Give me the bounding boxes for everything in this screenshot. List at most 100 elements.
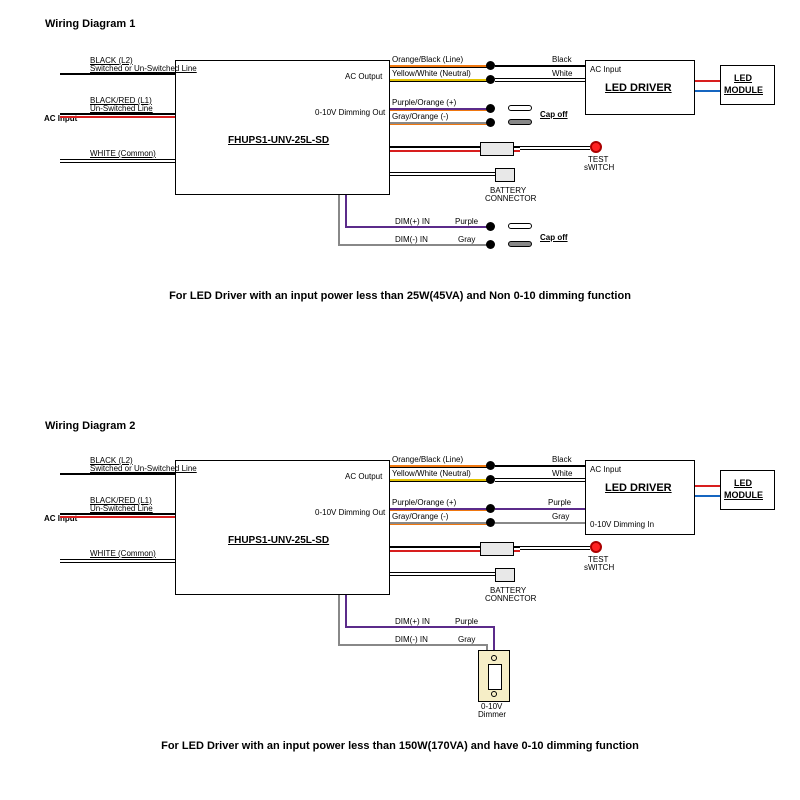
dot-neut-d2: [486, 475, 495, 484]
cap-dimplus-in-d1: [508, 223, 532, 229]
ac-output-d1: AC Output: [345, 72, 382, 81]
l2b-label-d1: Switched or Un-Switched Line: [90, 64, 197, 73]
wire-mod-blue-d2: [695, 495, 720, 497]
gminus-label-d2: Gray/Orange (-): [392, 512, 448, 521]
dot-gminus-d1: [486, 118, 495, 127]
gray-label-d2: Gray: [552, 512, 569, 521]
test-switch-icon-d2: [590, 541, 602, 553]
dimplus-in-d2: DIM(+) IN: [395, 617, 430, 626]
l1b-label-d2: Un-Switched Line: [90, 504, 153, 513]
cap-pplus-d1: [508, 105, 532, 111]
batt-label-d2b: CONNECTOR: [485, 594, 536, 603]
wire-gminus-o-d2: [390, 524, 490, 525]
dot-dimplus-in-d1: [486, 222, 495, 231]
dimplus-purple-d2: Purple: [455, 617, 478, 626]
capoff2-d1: Cap off: [540, 233, 568, 242]
test-lead-d2: [520, 546, 590, 550]
wire-white-d2: [495, 478, 585, 482]
module-title-d1: LED: [734, 73, 752, 83]
black-label-d1: Black: [552, 55, 572, 64]
test-conn-d1: [480, 142, 514, 156]
wire-gminus-o-d1: [390, 124, 490, 125]
module-title-d2b: MODULE: [724, 490, 763, 500]
driver-acin-d2: AC Input: [590, 465, 621, 474]
neut-label-d2: Yellow/White (Neutral): [392, 469, 471, 478]
dot-line-d1: [486, 61, 495, 70]
dimminus-gray-d2: Gray: [458, 635, 475, 644]
wire-line-b-d2: [390, 467, 490, 468]
wire-l2-d2: [60, 473, 175, 475]
white-label-d1: White: [552, 69, 572, 78]
batt-conn-d1: [495, 168, 515, 182]
wire-l2-d1: [60, 73, 175, 75]
dot-pplus-d2: [486, 504, 495, 513]
test-switch-icon-d1: [590, 141, 602, 153]
wire-mod-blue-d1: [695, 90, 720, 92]
capoff-label-d1: Cap off: [540, 110, 568, 119]
purple-label-d2: Purple: [548, 498, 571, 507]
wire-mod-red-d1: [695, 80, 720, 82]
driver-acin-d1: AC Input: [590, 65, 621, 74]
dim-out-d2: 0-10V Dimming Out: [315, 508, 385, 517]
wire-l1-blk-d1: [60, 113, 175, 115]
wire-neutral-d1: [60, 159, 175, 163]
wire-mod-red-d2: [695, 485, 720, 487]
wire-dimplus-h-d1: [345, 226, 490, 228]
module-title-d2a: LED: [734, 478, 752, 488]
line-label-d1: Orange/Black (Line): [392, 55, 463, 64]
wire-dimplus-h-d2: [345, 626, 495, 628]
neutral-label-d2: WHITE (Common): [90, 549, 156, 558]
wire-pplus-o-d2: [390, 510, 490, 511]
neut-label-d1: Yellow/White (Neutral): [392, 69, 471, 78]
batt-label-d1b: CONNECTOR: [485, 194, 536, 203]
vwire-dimminus-d1: [338, 195, 340, 245]
black-label-d2: Black: [552, 455, 572, 464]
wire-black-d2: [495, 465, 585, 467]
diagram-1-title: Wiring Diagram 1: [45, 18, 135, 30]
dim-out-d1: 0-10V Dimming Out: [315, 108, 385, 117]
dimplus-purple-d1: Purple: [455, 217, 478, 226]
wire-l1-blk-d2: [60, 513, 175, 515]
driver-dimin-d2: 0-10V Dimming In: [590, 520, 654, 529]
test-conn-d2: [480, 542, 514, 556]
wire-pplus-o-d1: [390, 110, 490, 111]
dimmer-label-b: Dimmer: [478, 710, 506, 719]
gminus-label-d1: Gray/Orange (-): [392, 112, 448, 121]
diagram-2-title: Wiring Diagram 2: [45, 420, 135, 432]
wire-purple-d2: [495, 508, 585, 510]
vwire-dimplus-d1: [345, 195, 347, 227]
vwire-dimplus-down-d2: [493, 626, 495, 650]
wire-dimminus-h-d2: [338, 644, 488, 646]
dimminus-in-d1: DIM(-) IN: [395, 235, 428, 244]
wire-dimminus-h-d1: [338, 244, 490, 246]
wire-gray-d2: [495, 522, 585, 524]
cap-dimminus-in-d1: [508, 241, 532, 247]
driver-title-d1: LED DRIVER: [605, 82, 672, 94]
main-label-d2: FHUPS1-UNV-25L-SD: [228, 535, 329, 546]
neutral-label-d1: WHITE (Common): [90, 149, 156, 158]
pplus-label-d1: Purple/Orange (+): [392, 98, 456, 107]
wire-neut-w-d2: [390, 481, 490, 482]
dimminus-gray-d1: Gray: [458, 235, 475, 244]
pplus-label-d2: Purple/Orange (+): [392, 498, 456, 507]
vwire-dimplus-d2: [345, 595, 347, 627]
test-label-d2b: sWITCH: [584, 563, 614, 572]
ac-output-d2: AC Output: [345, 472, 382, 481]
dimmer-icon: [478, 650, 510, 702]
dot-line-d2: [486, 461, 495, 470]
wire-line-b-d1: [390, 67, 490, 68]
dimminus-in-d2: DIM(-) IN: [395, 635, 428, 644]
dot-neut-d1: [486, 75, 495, 84]
caption-d1: For LED Driver with an input power less …: [100, 290, 700, 302]
test-label-d1b: sWITCH: [584, 163, 614, 172]
wire-black-d1: [495, 65, 585, 67]
caption-d2: For LED Driver with an input power less …: [90, 740, 710, 752]
main-label-d1: FHUPS1-UNV-25L-SD: [228, 135, 329, 146]
wire-white-d1: [495, 78, 585, 82]
wire-batt-d2: [390, 572, 495, 576]
wire-batt-d1: [390, 172, 495, 176]
wire-neutral-d2: [60, 559, 175, 563]
dot-gminus-d2: [486, 518, 495, 527]
wire-l1-red-d1: [60, 116, 175, 118]
cap-gminus-d1: [508, 119, 532, 125]
